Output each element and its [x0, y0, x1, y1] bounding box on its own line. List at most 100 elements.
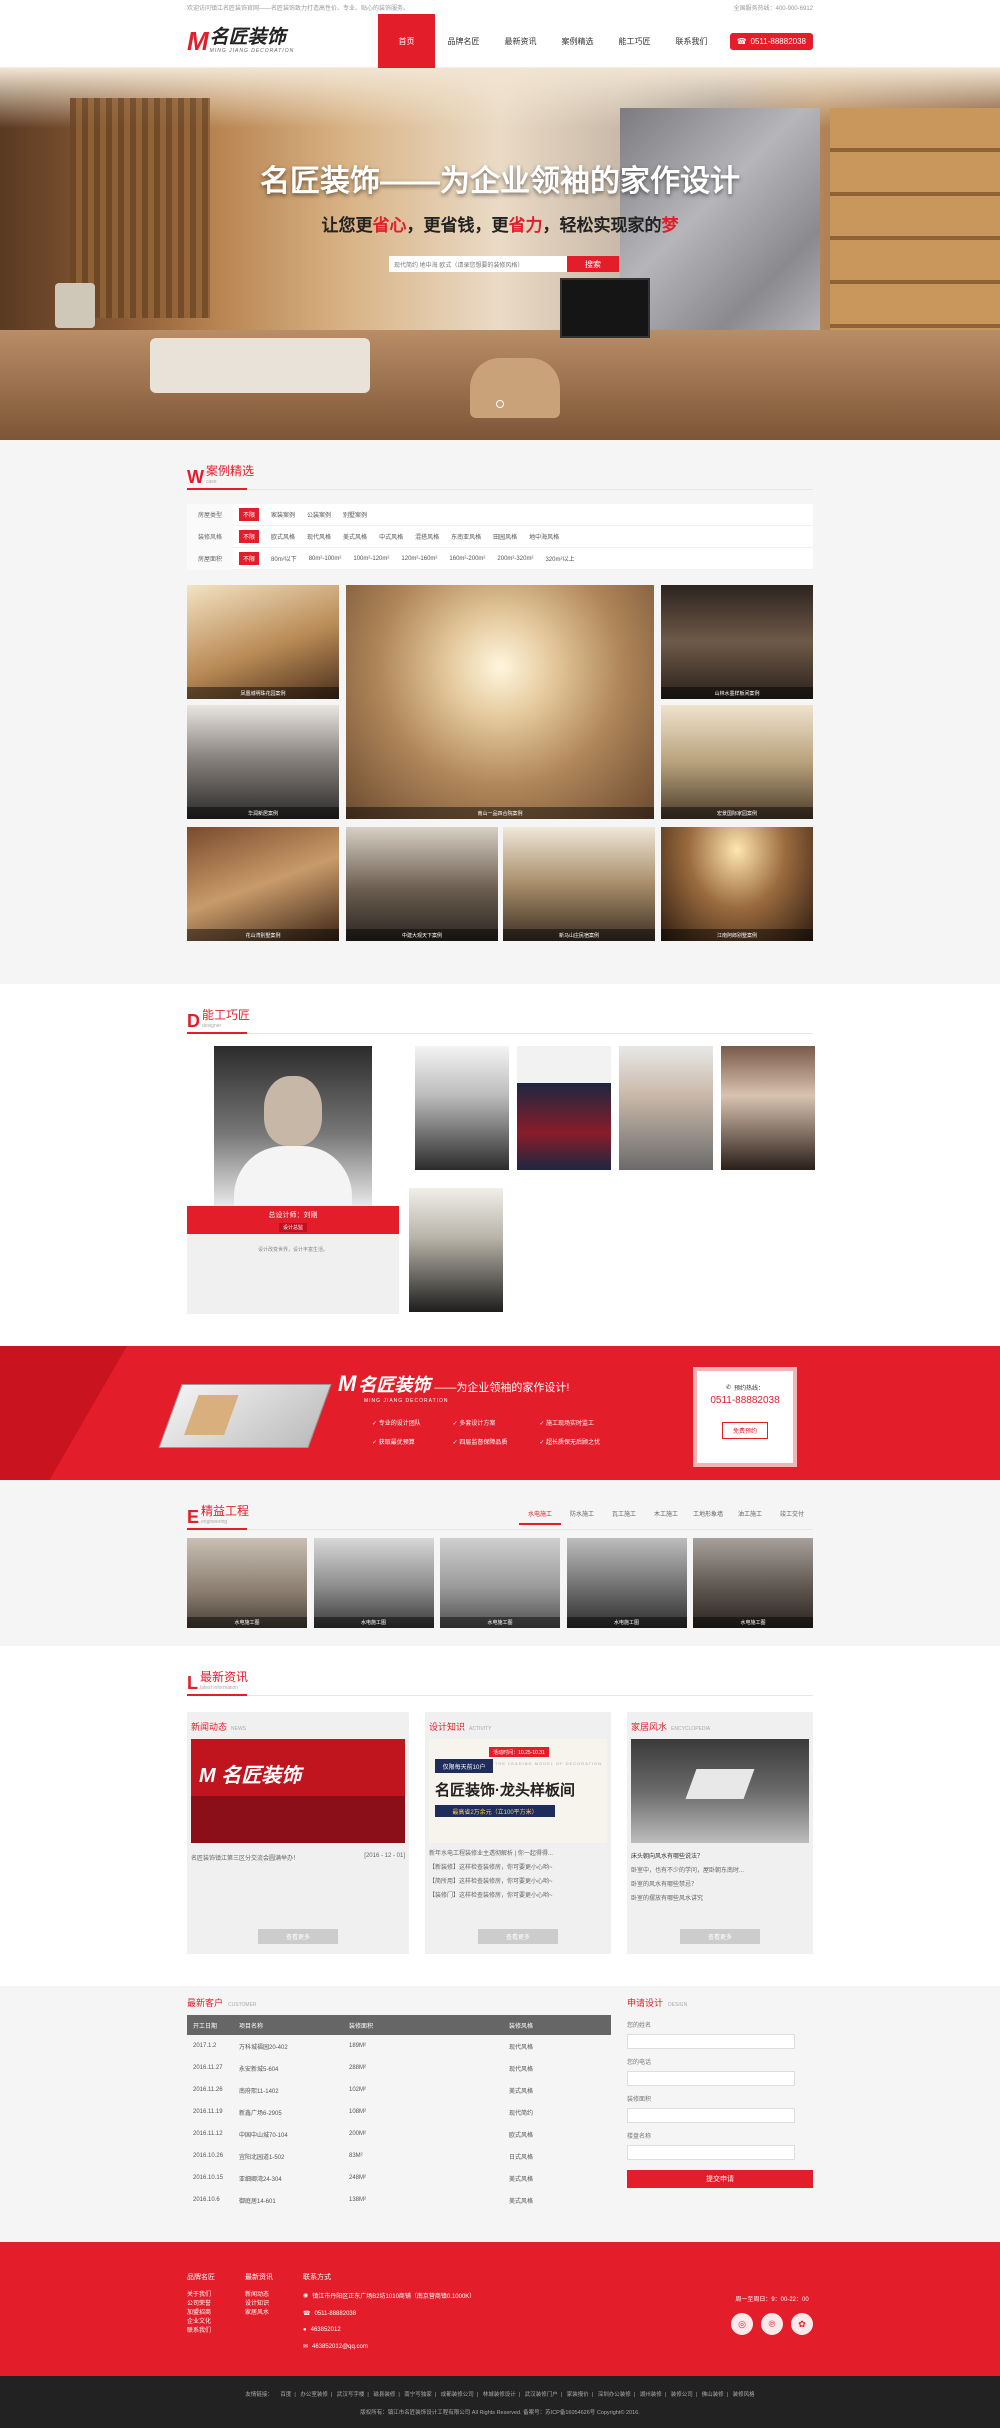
- designer-photo[interactable]: [721, 1046, 815, 1170]
- friend-link[interactable]: 办公室装修: [300, 2392, 328, 2398]
- friend-link[interactable]: 成都装修公司: [441, 2392, 474, 2398]
- style-search-button[interactable]: 搜索: [567, 256, 619, 272]
- project-card[interactable]: 水电施工图: [440, 1538, 560, 1628]
- footer-link[interactable]: 公司荣誉: [187, 2300, 215, 2309]
- news-item[interactable]: 【装修门】这样检查装修房，你可要更小心哟~: [425, 1890, 611, 1899]
- friend-link[interactable]: 家装报价: [567, 2392, 589, 2398]
- phone-field[interactable]: [627, 2071, 795, 2086]
- news-image[interactable]: [631, 1739, 809, 1843]
- footer-link[interactable]: 联系我们: [187, 2327, 215, 2336]
- filter-option[interactable]: 公装案例: [307, 510, 331, 519]
- friend-link[interactable]: 南宁写独家: [404, 2392, 432, 2398]
- footer-link[interactable]: 设计知识: [245, 2300, 273, 2309]
- friend-link[interactable]: 武汉写字楼: [337, 2392, 365, 2398]
- friend-link[interactable]: 百度: [280, 2392, 291, 2398]
- view-more-button[interactable]: 查看更多: [478, 1929, 558, 1944]
- case-card[interactable]: 花山湾别墅案例: [187, 827, 339, 941]
- news-image[interactable]: M 名匠装饰: [191, 1739, 405, 1843]
- nav-contact[interactable]: 联系我们: [663, 14, 720, 68]
- friend-link[interactable]: 深圳办公装修: [598, 2392, 631, 2398]
- case-card[interactable]: 江南阿郎别墅案例: [661, 827, 813, 941]
- filter-option[interactable]: 田园风格: [493, 532, 517, 541]
- wechat-icon[interactable]: ✿: [791, 2313, 813, 2335]
- filter-option[interactable]: 不限: [239, 552, 260, 565]
- featured-designer-photo[interactable]: [214, 1046, 372, 1206]
- estate-field[interactable]: [627, 2145, 795, 2160]
- case-card[interactable]: 宏景国际家园案例: [661, 705, 813, 819]
- news-image[interactable]: 活动时间：10.25-10.31 仅限每天前10户 THE LEADING MO…: [429, 1739, 607, 1843]
- footer-link[interactable]: 企业文化: [187, 2318, 215, 2327]
- site-logo[interactable]: M 名匠装饰 MING JIANG DECORATION: [187, 26, 367, 57]
- nav-home[interactable]: 首页: [378, 14, 435, 68]
- view-more-button[interactable]: 查看更多: [680, 1929, 760, 1944]
- filter-option[interactable]: 160m²-200m²: [449, 556, 485, 562]
- project-card[interactable]: 水电施工图: [313, 1538, 434, 1628]
- news-item[interactable]: 名匠装饰镇江第三区分交流会圆满举办！ [2016 - 12 - 01]: [187, 1853, 409, 1862]
- footer-link[interactable]: 加盟招商: [187, 2309, 215, 2318]
- designer-photo[interactable]: [619, 1046, 713, 1170]
- filter-option[interactable]: 别墅案例: [343, 510, 367, 519]
- filter-option[interactable]: 100m²-120m²: [353, 556, 389, 562]
- designer-photo[interactable]: [415, 1046, 509, 1170]
- tab-project[interactable]: 瓦工施工: [603, 1509, 645, 1525]
- friend-link[interactable]: 装修公司: [671, 2392, 693, 2398]
- project-card[interactable]: 水电施工图: [566, 1538, 687, 1628]
- header-phone-button[interactable]: ☎ 0511-88882038: [729, 32, 813, 50]
- tab-project[interactable]: 防水施工: [561, 1509, 603, 1525]
- pinterest-icon[interactable]: ℗: [761, 2313, 783, 2335]
- case-card[interactable]: 凤凰城明珠花园案例: [187, 585, 339, 699]
- news-item[interactable]: 【新装修】这样检查装修房，你可要更小心哟~: [425, 1862, 611, 1871]
- filter-option[interactable]: 混搭风格: [415, 532, 439, 541]
- filter-option[interactable]: 欧式风格: [271, 532, 295, 541]
- news-item[interactable]: 新年水电工程装修业主透彻解析 | 你一起得得...: [425, 1848, 611, 1857]
- footer-link[interactable]: 家居风水: [245, 2309, 273, 2318]
- filter-option[interactable]: 现代风格: [307, 532, 331, 541]
- filter-option[interactable]: 80m²-100m²: [309, 556, 342, 562]
- news-col-title[interactable]: 设计知识: [429, 1720, 465, 1733]
- filter-option[interactable]: 东南亚风格: [451, 532, 481, 541]
- free-booking-button[interactable]: 免费预约: [721, 1422, 768, 1439]
- filter-option[interactable]: 地中海风格: [529, 532, 559, 541]
- case-card[interactable]: 华润新居案例: [187, 705, 339, 819]
- filter-option[interactable]: 不限: [239, 530, 260, 543]
- news-item[interactable]: 卧室的摆放有哪些风水讲究: [627, 1893, 813, 1902]
- name-field[interactable]: [627, 2034, 795, 2049]
- case-card[interactable]: 南山一品四合院案例: [346, 585, 654, 819]
- nav-news[interactable]: 最新资讯: [492, 14, 549, 68]
- news-item[interactable]: 床头朝向风水有哪些说法？: [627, 1851, 813, 1860]
- nav-cases[interactable]: 案例精选: [549, 14, 606, 68]
- filter-option[interactable]: 200m²-320m²: [497, 556, 533, 562]
- news-col-title[interactable]: 家居风水: [631, 1720, 667, 1733]
- filter-option[interactable]: 320m²以上: [545, 554, 574, 563]
- footer-link[interactable]: 关于我们: [187, 2291, 215, 2300]
- tab-project[interactable]: 竣工交付: [771, 1509, 813, 1525]
- friend-link[interactable]: 武汉装修门户: [525, 2392, 558, 2398]
- case-card[interactable]: 新马山庄民宿案例: [503, 827, 655, 941]
- case-card[interactable]: 山林水墨样板间案例: [661, 585, 813, 699]
- view-more-button[interactable]: 查看更多: [258, 1929, 338, 1944]
- filter-option[interactable]: 不限: [239, 508, 260, 521]
- area-field[interactable]: [627, 2108, 795, 2123]
- news-col-title[interactable]: 新闻动态: [191, 1720, 227, 1733]
- submit-apply-button[interactable]: 提交申请: [627, 2170, 813, 2188]
- friend-link[interactable]: 佛山装修: [702, 2392, 724, 2398]
- case-card[interactable]: 中建大观天下案例: [346, 827, 498, 941]
- designer-photo[interactable]: [409, 1188, 503, 1312]
- footer-link[interactable]: 新闻动态: [245, 2291, 273, 2300]
- news-item[interactable]: 【简所用】这样检查装修房，你可要更小心哟~: [425, 1876, 611, 1885]
- designer-photo[interactable]: [517, 1046, 611, 1170]
- friend-link[interactable]: 湖州装修: [640, 2392, 662, 2398]
- project-card[interactable]: 水电施工图: [693, 1538, 813, 1628]
- filter-option[interactable]: 80m²以下: [271, 554, 297, 563]
- friend-link[interactable]: 林城装修设计: [483, 2392, 516, 2398]
- tab-project[interactable]: 水电施工: [519, 1509, 561, 1525]
- friend-link[interactable]: 装修风格: [733, 2392, 755, 2398]
- filter-option[interactable]: 家装案例: [271, 510, 295, 519]
- project-card[interactable]: 水电施工图: [187, 1538, 307, 1628]
- filter-option[interactable]: 中式风格: [379, 532, 403, 541]
- nav-brand[interactable]: 品牌名匠: [435, 14, 492, 68]
- tab-project[interactable]: 木工施工: [645, 1509, 687, 1525]
- filter-option[interactable]: 120m²-160m²: [401, 556, 437, 562]
- carousel-dot[interactable]: [496, 400, 504, 408]
- filter-option[interactable]: 美式风格: [343, 532, 367, 541]
